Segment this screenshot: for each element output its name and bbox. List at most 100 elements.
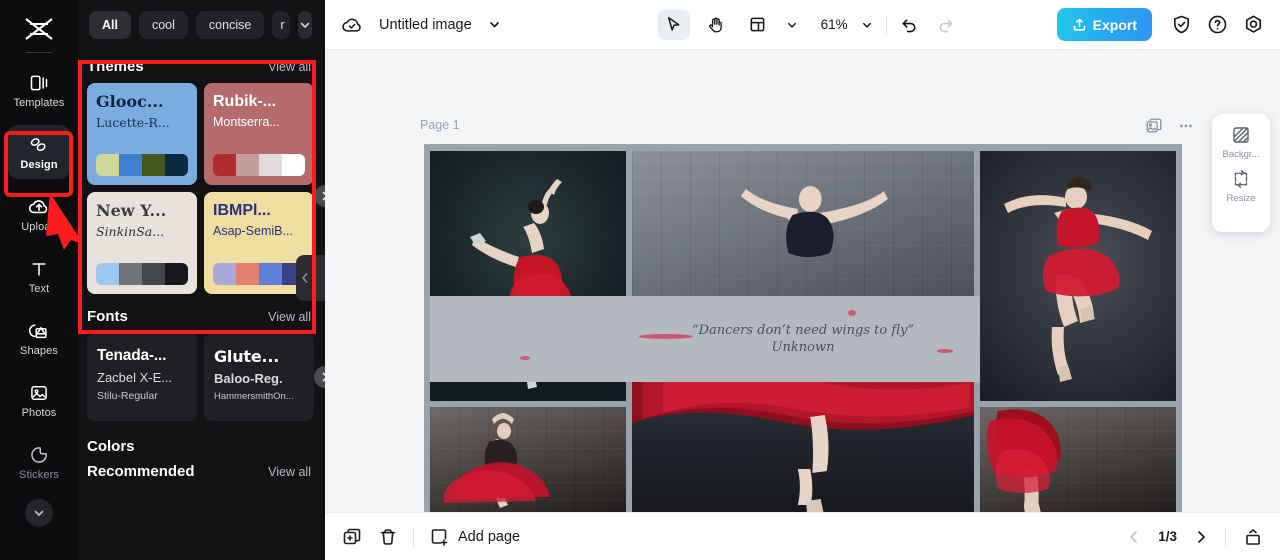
font-card[interactable]: Glute... Baloo-Reg. HammersmithOn... [204, 333, 314, 421]
sidebar-item-photos[interactable]: Photos [8, 373, 70, 427]
page-indicator: 1/3 [1158, 529, 1177, 544]
filter-expand-button[interactable] [298, 11, 312, 39]
hand-tool-button[interactable] [700, 10, 732, 40]
theme-card-title: New Y... [96, 201, 167, 220]
document-title-dropdown[interactable] [482, 12, 508, 38]
paint-splat [638, 333, 693, 339]
font-card[interactable]: Tenada-... Zacbel X-E... Stilu-Regular [87, 333, 197, 421]
paint-splat [519, 356, 530, 361]
color-swatch [236, 154, 259, 176]
background-tool-button[interactable]: Backgr... [1212, 125, 1270, 160]
export-label: Export [1092, 16, 1137, 33]
top-toolbar: Untitled image 61% Export [325, 0, 1280, 50]
fonts-next-button[interactable] [314, 366, 325, 388]
sidebar-label-text: Text [28, 282, 50, 295]
next-page-button[interactable] [1193, 529, 1209, 545]
collage-column-center: “Dancers don’t need wings to fly” Unknow… [430, 151, 1176, 512]
shield-check-button[interactable] [1168, 12, 1194, 38]
zoom-dropdown[interactable] [858, 12, 876, 38]
panel-collapse-flyout[interactable] [296, 255, 325, 301]
photo-ballerina-red-skirt-wall[interactable] [430, 407, 626, 512]
sidebar-item-design[interactable]: Design [8, 125, 70, 179]
photo-ballerina-red-dress-brick[interactable] [980, 407, 1176, 512]
colors-title: Colors [87, 438, 135, 455]
delete-page-button[interactable] [377, 526, 399, 548]
photos-image-icon [28, 382, 50, 404]
theme-card[interactable]: Rubik-... Montserra... [204, 83, 314, 185]
theme-card[interactable]: Glooc... Lucette-R... [87, 83, 197, 185]
fonts-view-all[interactable]: View all [268, 310, 311, 324]
theme-card-subtitle: Asap-SemiB... [213, 223, 293, 238]
shield-check-icon [1173, 15, 1189, 34]
theme-card-subtitle: SinkinSa... [96, 223, 165, 239]
sidebar-more-button[interactable] [25, 499, 53, 527]
filter-chip-cool[interactable]: cool [138, 11, 188, 39]
layout-dropdown[interactable] [784, 12, 800, 38]
photo-ballerina-leap-grey[interactable] [980, 151, 1176, 401]
font-card-line3: Stilu-Regular [97, 390, 158, 402]
redo-arrow-icon [939, 19, 953, 33]
filter-chip-overflow[interactable]: r [272, 11, 291, 39]
photo-collage: “Dancers don’t need wings to fly” Unknow… [430, 151, 1176, 512]
undo-arrow-icon [902, 19, 916, 33]
document-title[interactable]: Untitled image [379, 17, 472, 33]
hand-pan-icon [708, 16, 722, 32]
theme-card-title: Glooc... [96, 92, 164, 111]
export-button[interactable]: Export [1056, 8, 1152, 41]
prev-page-button[interactable] [1126, 529, 1142, 545]
chevron-right-icon [1198, 530, 1205, 543]
sidebar-label-upload: Upload [21, 220, 57, 233]
collage-column-right [980, 151, 1176, 512]
font-card-line2: Baloo-Reg. [214, 371, 283, 386]
filter-chip-concise[interactable]: concise [195, 11, 265, 39]
recommended-view-all[interactable]: View all [268, 465, 311, 479]
color-swatch [282, 154, 305, 176]
themes-next-button[interactable] [314, 185, 325, 207]
cloud-check-icon[interactable] [339, 12, 365, 38]
filter-chip-all[interactable]: All [89, 11, 131, 39]
undo-button[interactable] [897, 12, 923, 38]
duplicate-image-icon[interactable] [1144, 116, 1164, 136]
chevron-left-icon [302, 273, 308, 283]
shapes-icon [28, 320, 50, 342]
resize-tool-label: Resize [1226, 193, 1256, 204]
color-swatch [165, 154, 188, 176]
themes-view-all[interactable]: View all [268, 60, 311, 74]
fonts-title: Fonts [87, 308, 128, 325]
cursor-select-icon [668, 17, 680, 31]
duplicate-page-button[interactable] [341, 526, 363, 548]
sidebar-label-photos: Photos [21, 406, 57, 419]
sidebar-item-shapes[interactable]: Shapes [8, 311, 70, 365]
canvas-area[interactable]: Page 1 “Dancers don’t need wings to fly”… [325, 50, 1280, 512]
sidebar-item-upload[interactable]: Upload [8, 187, 70, 241]
artboard[interactable]: “Dancers don’t need wings to fly” Unknow… [424, 144, 1182, 512]
more-dots-icon[interactable] [1176, 116, 1196, 136]
chevron-down-icon [862, 22, 871, 28]
redo-button[interactable] [933, 12, 959, 38]
sidebar-item-stickers[interactable]: Stickers [8, 435, 70, 489]
duplicate-page-icon [343, 528, 361, 544]
sidebar-label-templates: Templates [13, 96, 65, 109]
themes-section-header: Themes View all [78, 50, 325, 83]
zoom-level[interactable]: 61% [818, 17, 848, 32]
pager-divider [1225, 526, 1226, 547]
add-page-button[interactable]: Add page [428, 526, 520, 548]
expand-tray-button[interactable] [1242, 526, 1264, 548]
quote-line-1: “Dancers don’t need wings to fly” [691, 323, 915, 338]
theme-card-swatches [213, 154, 305, 176]
expand-tray-icon [1246, 528, 1260, 545]
layout-tool-button[interactable] [742, 10, 774, 40]
capcut-logo-icon[interactable] [19, 12, 59, 46]
settings-button[interactable] [1240, 12, 1266, 38]
sidebar-label-shapes: Shapes [20, 344, 58, 357]
left-sidebar-rail: Templates Design Upload Text Shapes Phot… [0, 0, 84, 560]
sidebar-item-templates[interactable]: Templates [8, 63, 70, 117]
filter-chip-row: All cool concise r [78, 0, 325, 50]
resize-tool-button[interactable]: Resize [1212, 169, 1270, 204]
select-tool-button[interactable] [657, 9, 690, 40]
help-button[interactable] [1204, 12, 1230, 38]
sidebar-item-text[interactable]: Text [8, 249, 70, 303]
color-swatch [142, 263, 165, 285]
theme-card[interactable]: New Y... SinkinSa... [87, 192, 197, 294]
themes-title: Themes [87, 58, 144, 75]
